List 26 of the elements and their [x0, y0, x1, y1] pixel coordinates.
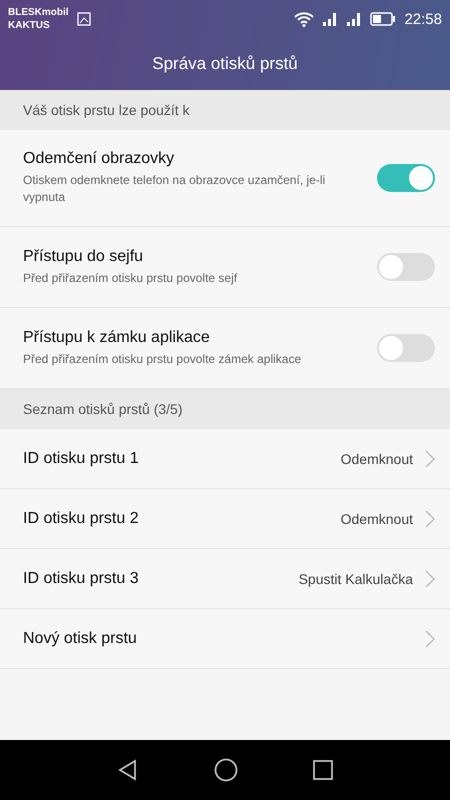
signal-icon: [322, 12, 338, 26]
setting-title: Odemčení obrazovky: [23, 150, 176, 168]
recents-icon[interactable]: [312, 760, 333, 780]
setting-title: Přístupu do sejfu: [23, 248, 144, 266]
battery-icon: [370, 12, 396, 26]
chevron-right-icon: [425, 510, 435, 528]
chevron-right-icon: [425, 630, 435, 648]
toggle-switch[interactable]: [377, 253, 435, 281]
home-icon[interactable]: [214, 758, 238, 782]
chevron-right-icon: [425, 450, 435, 468]
toggle-switch[interactable]: [377, 334, 435, 362]
carrier-name: KAKTUS: [8, 19, 51, 32]
setting-description: Před přiřazením otisku prstu povolte zámek aplikace: [23, 350, 302, 368]
section-header: Váš otisk prstu lze použít k: [0, 90, 450, 130]
signal-icon: [346, 12, 362, 26]
image-icon: [76, 12, 91, 26]
carrier-name: BLESKmobil: [8, 6, 69, 19]
clock-time: 22:58: [404, 10, 442, 28]
section-header: Seznam otisků prstů (3/5): [0, 389, 450, 429]
screen-title: Správa otisků prstů: [151, 53, 299, 75]
toggle-switch[interactable]: [377, 164, 435, 192]
setting-description: Před přiřazením otisku prstu povolte sejf: [23, 270, 238, 286]
setting-title: Přístupu k zámku aplikace: [23, 328, 211, 346]
wifi-icon: [294, 12, 314, 26]
setting-description: Otiskem odemknete telefon na obrazovce uzamčení, je-li vypnuta: [23, 172, 326, 206]
chevron-right-icon: [425, 570, 435, 588]
